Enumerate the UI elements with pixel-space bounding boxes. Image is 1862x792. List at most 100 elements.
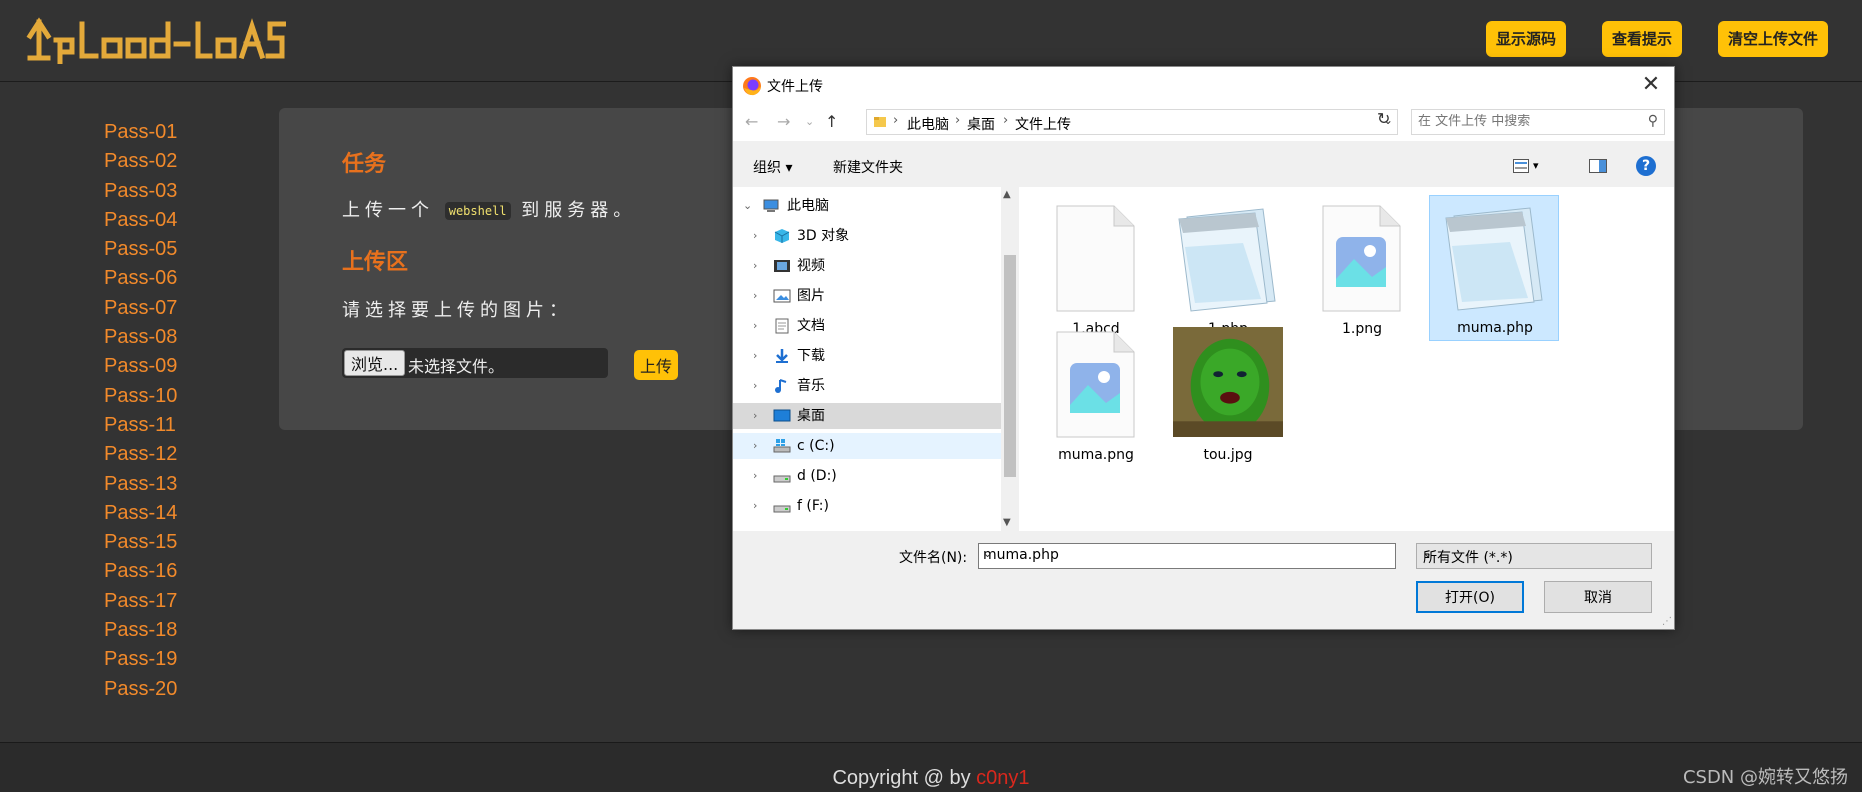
- nav-pass-08[interactable]: Pass-08: [104, 323, 177, 352]
- back-arrow-icon[interactable]: ←: [745, 112, 758, 131]
- tree-item[interactable]: › d (D:): [733, 463, 1001, 489]
- cancel-button[interactable]: 取消: [1544, 581, 1652, 613]
- file-item[interactable]: 1.png: [1297, 197, 1427, 343]
- scroll-thumb[interactable]: [1004, 255, 1016, 477]
- resize-grip-icon[interactable]: ⋰: [1662, 616, 1672, 627]
- nav-pass-16[interactable]: Pass-16: [104, 557, 177, 586]
- tree-item[interactable]: › 桌面: [733, 403, 1001, 429]
- folder-icon: [874, 117, 886, 127]
- nav-pass-17[interactable]: Pass-17: [104, 587, 177, 616]
- organize-button[interactable]: 组织 ▾: [753, 157, 792, 177]
- file-name: muma.php: [1457, 320, 1533, 336]
- breadcrumb-this-pc[interactable]: 此电脑: [907, 114, 949, 134]
- nav-pass-09[interactable]: Pass-09: [104, 352, 177, 381]
- tree-item[interactable]: ⌄ 此电脑: [733, 193, 1001, 219]
- scroll-up-icon[interactable]: ▲: [1003, 189, 1011, 200]
- nav-pass-07[interactable]: Pass-07: [104, 294, 177, 323]
- tree-item[interactable]: › c (C:): [733, 433, 1001, 459]
- nav-pass-01[interactable]: Pass-01: [104, 118, 177, 147]
- tree-item-label: f (F:): [797, 498, 829, 514]
- dialog-titlebar[interactable]: 文件上传 ✕: [733, 67, 1674, 103]
- clear-uploads-button[interactable]: 清空上传文件: [1718, 21, 1829, 57]
- show-source-button[interactable]: 显示源码: [1486, 21, 1567, 57]
- chevron-down-icon[interactable]: ⌄: [743, 193, 752, 219]
- file-item[interactable]: 1.php: [1163, 197, 1293, 343]
- upload-button[interactable]: 上传: [634, 350, 679, 380]
- tree-item[interactable]: › 3D 对象: [733, 223, 1001, 249]
- nav-pass-11[interactable]: Pass-11: [104, 411, 177, 440]
- nav-pass-10[interactable]: Pass-10: [104, 382, 177, 411]
- author-link[interactable]: c0ny1: [976, 767, 1029, 789]
- blank-file-icon: [1056, 205, 1135, 312]
- chevron-right-icon[interactable]: ›: [753, 433, 757, 459]
- search-icon: ⚲: [1647, 113, 1658, 129]
- breadcrumb-upload-folder[interactable]: 文件上传: [1015, 114, 1071, 134]
- view-hint-button[interactable]: 查看提示: [1602, 21, 1683, 57]
- nav-pass-04[interactable]: Pass-04: [104, 206, 177, 235]
- dialog-bottom: 文件名(N): muma.php ⌄ 所有文件 (*.*) ⌄ 打开(O) 取消…: [733, 531, 1674, 629]
- chevron-down-icon[interactable]: ⌄: [983, 547, 1390, 560]
- chevron-right-icon[interactable]: ›: [753, 283, 757, 309]
- nav-pass-20[interactable]: Pass-20: [104, 675, 177, 704]
- file-item[interactable]: muma.php: [1429, 195, 1559, 341]
- nav-pass-19[interactable]: Pass-19: [104, 645, 177, 674]
- preview-pane-icon[interactable]: [1589, 159, 1607, 173]
- file-item[interactable]: tou.jpg: [1163, 323, 1293, 469]
- chevron-right-icon[interactable]: ›: [753, 253, 757, 279]
- file-item[interactable]: 1.abcd: [1031, 197, 1161, 343]
- up-arrow-icon[interactable]: ↑: [825, 112, 838, 131]
- file-input[interactable]: 浏览... 未选择文件。: [342, 348, 608, 378]
- nav-pass-03[interactable]: Pass-03: [104, 177, 177, 206]
- tree-item-label: 音乐: [797, 378, 825, 394]
- nav-pass-14[interactable]: Pass-14: [104, 499, 177, 528]
- chevron-right-icon[interactable]: ›: [753, 313, 757, 339]
- close-icon[interactable]: ✕: [1638, 72, 1664, 98]
- notepad-icon: [1178, 208, 1276, 312]
- tree-scrollbar[interactable]: ▲ ▼: [1001, 187, 1019, 531]
- view-dropdown-icon[interactable]: ▾: [1533, 159, 1539, 172]
- nav-pass-12[interactable]: Pass-12: [104, 440, 177, 469]
- tree-item[interactable]: › 下载: [733, 343, 1001, 369]
- help-icon[interactable]: ?: [1636, 156, 1656, 176]
- copyright: Copyright @ by c0ny1: [0, 767, 1862, 790]
- view-options-icon[interactable]: [1513, 159, 1529, 173]
- chevron-right-icon[interactable]: ›: [753, 403, 757, 429]
- chevron-down-icon[interactable]: ⌄: [1423, 547, 1646, 560]
- chevron-right-icon[interactable]: ›: [753, 343, 757, 369]
- scroll-down-icon[interactable]: ▼: [1003, 517, 1011, 528]
- browse-button[interactable]: 浏览...: [344, 350, 406, 376]
- refresh-icon[interactable]: ↻: [1377, 109, 1403, 135]
- tree-item[interactable]: › 文档: [733, 313, 1001, 339]
- tree-item[interactable]: › 音乐: [733, 373, 1001, 399]
- chevron-right-icon[interactable]: ›: [753, 463, 757, 489]
- search-box[interactable]: ⚲: [1411, 109, 1665, 135]
- breadcrumb-desktop[interactable]: 桌面: [967, 114, 995, 134]
- nav-pass-06[interactable]: Pass-06: [104, 264, 177, 293]
- tree-item-label: 3D 对象: [797, 228, 850, 244]
- tree-item[interactable]: › 图片: [733, 283, 1001, 309]
- search-input[interactable]: [1418, 114, 1628, 129]
- new-folder-button[interactable]: 新建文件夹: [833, 157, 903, 177]
- filetype-select[interactable]: 所有文件 (*.*) ⌄: [1416, 543, 1652, 569]
- site-logo[interactable]: [26, 14, 287, 67]
- navigation-tree: ⌄ 此电脑 › 3D 对象 › 视频 › 图片 › 文档 › 下载 › 音乐 › 桌面 › c (C:) › d (D…: [733, 187, 1003, 531]
- chevron-right-icon[interactable]: ›: [753, 373, 757, 399]
- address-bar[interactable]: › 此电脑 › 桌面 › 文件上传 ⌄: [866, 109, 1398, 135]
- chevron-right-icon[interactable]: ›: [753, 223, 757, 249]
- file-item[interactable]: muma.png: [1031, 323, 1161, 469]
- upload-heading: 上传区: [342, 250, 409, 275]
- tree-item[interactable]: › f (F:): [733, 493, 1001, 519]
- tree-item[interactable]: › 视频: [733, 253, 1001, 279]
- forward-arrow-icon[interactable]: →: [777, 112, 790, 131]
- upload-prompt: 请选择要上传的图片：: [342, 300, 572, 321]
- open-button[interactable]: 打开(O): [1416, 581, 1524, 613]
- chevron-right-icon[interactable]: ›: [753, 493, 757, 519]
- nav-pass-18[interactable]: Pass-18: [104, 616, 177, 645]
- nav-pass-15[interactable]: Pass-15: [104, 528, 177, 557]
- filename-input[interactable]: muma.php ⌄: [978, 543, 1396, 569]
- nav-pass-02[interactable]: Pass-02: [104, 147, 177, 176]
- nav-pass-13[interactable]: Pass-13: [104, 470, 177, 499]
- tree-item-label: 桌面: [797, 408, 825, 424]
- recent-dropdown-icon[interactable]: ⌄: [805, 115, 814, 128]
- nav-pass-05[interactable]: Pass-05: [104, 235, 177, 264]
